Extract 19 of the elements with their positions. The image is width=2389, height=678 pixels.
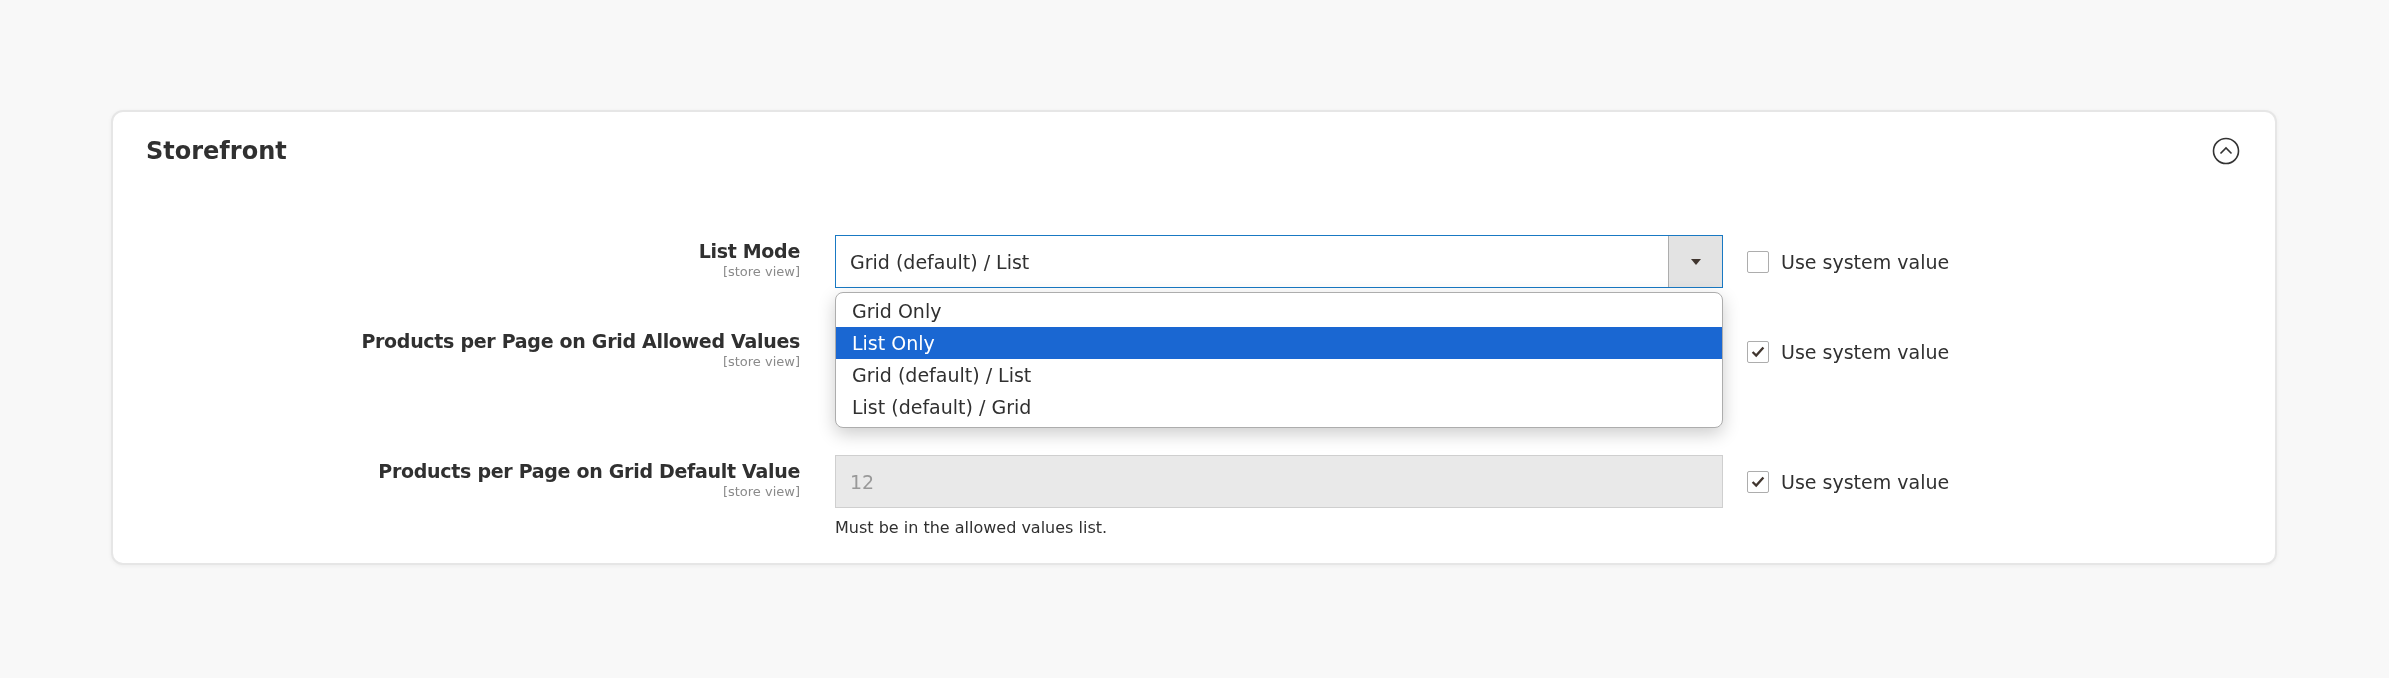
field-label: List Mode bbox=[698, 240, 800, 262]
checkbox[interactable] bbox=[1747, 340, 1769, 363]
caret-icon bbox=[1689, 257, 1702, 266]
checkbox[interactable] bbox=[1747, 250, 1769, 273]
checkbox-label[interactable]: Use system value bbox=[1781, 340, 1950, 363]
field-label: Products per Page on Grid Default Value bbox=[378, 460, 800, 482]
dropdown-option[interactable]: List (default) / Grid bbox=[836, 391, 1722, 423]
dropdown-option[interactable]: Grid (default) / List bbox=[836, 359, 1722, 391]
dropdown-option[interactable]: Grid Only bbox=[836, 295, 1722, 327]
scope-label: [store view] bbox=[722, 264, 800, 279]
scope-label: [store view] bbox=[722, 354, 800, 369]
section-title: Storefront bbox=[146, 137, 287, 165]
collapse-icon[interactable] bbox=[2212, 137, 2240, 165]
scope-label: [store view] bbox=[722, 484, 800, 499]
field-label: Products per Page on Grid Allowed Values bbox=[361, 330, 800, 352]
checkbox-label[interactable]: Use system value bbox=[1781, 250, 1950, 273]
dropdown-option[interactable]: List Only bbox=[836, 327, 1722, 359]
field-note: Must be in the allowed values list. bbox=[835, 518, 1109, 537]
list-mode-select[interactable]: Grid (default) / List bbox=[835, 235, 1723, 288]
